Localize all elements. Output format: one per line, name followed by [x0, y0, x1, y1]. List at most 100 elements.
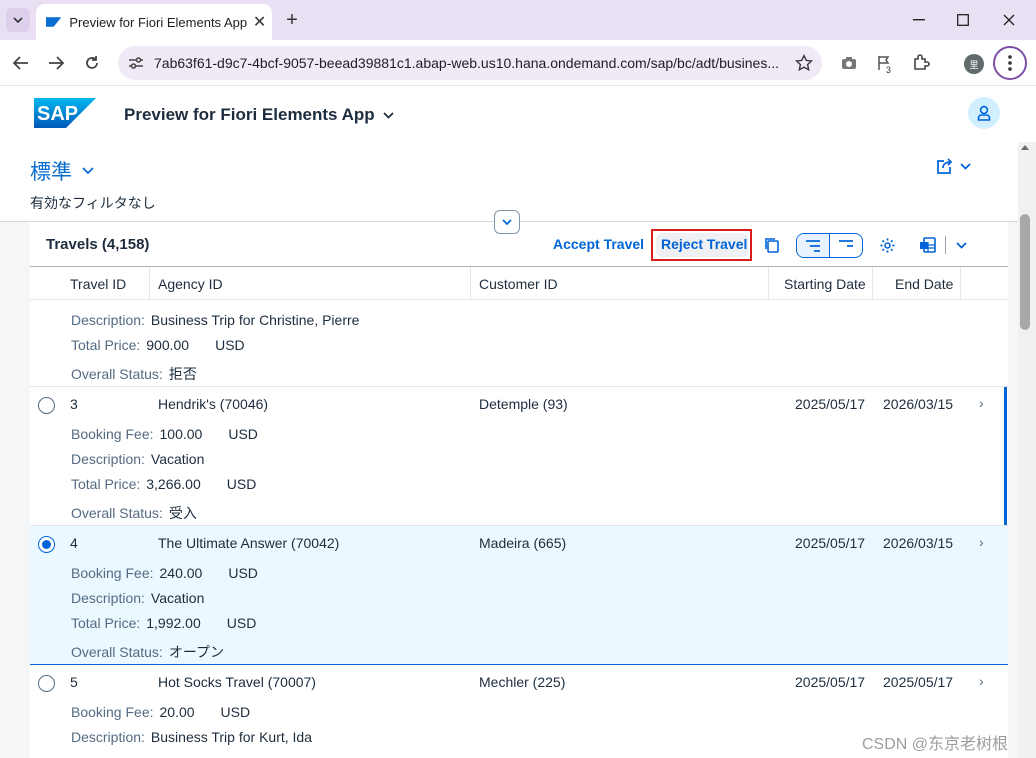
- svg-text:SAP: SAP: [37, 103, 78, 125]
- column-agency-id[interactable]: Agency ID: [158, 267, 223, 300]
- maximize-button[interactable]: [940, 0, 986, 40]
- column-starting-date[interactable]: Starting Date: [784, 267, 866, 300]
- flat-view-toggle[interactable]: [830, 234, 862, 257]
- row-select-radio[interactable]: [38, 397, 55, 414]
- cell-start-date: 2025/05/17: [795, 396, 866, 412]
- screenshot-button[interactable]: [834, 48, 864, 78]
- browser-tab[interactable]: Preview for Fiori Elements App ✕: [36, 4, 272, 40]
- forward-arrow-icon: [49, 56, 64, 70]
- extensions-button[interactable]: [906, 48, 936, 78]
- cell-agency: Hot Socks Travel (70007): [158, 674, 316, 690]
- camera-icon: [842, 57, 856, 69]
- cell-customer: Detemple (93): [479, 396, 568, 412]
- row-overall-status: Overall Status: 拒否: [71, 366, 197, 382]
- bookmark-star-icon[interactable]: [786, 54, 822, 72]
- minimize-button[interactable]: [896, 0, 942, 40]
- app-title-menu[interactable]: Preview for Fiori Elements App: [124, 105, 394, 125]
- cell-customer: Mechler (225): [479, 674, 566, 690]
- extension-badge: 3: [886, 65, 892, 75]
- spreadsheet-export-icon: [919, 237, 936, 253]
- row-description: Description: Business Trip for Kurt, Ida: [71, 729, 312, 745]
- back-arrow-icon: [13, 56, 28, 70]
- browser-menu-button[interactable]: [993, 46, 1027, 80]
- column-customer-id[interactable]: Customer ID: [479, 267, 558, 300]
- copy-icon: [764, 238, 779, 253]
- row-navigate-icon[interactable]: ›: [979, 673, 984, 689]
- cell-travel-id: 4: [70, 535, 78, 551]
- watermark-text: CSDN @东京老树根: [862, 736, 1009, 753]
- browser-toolbar: 7ab63f61-d9c7-4bcf-9057-beead39881c1.aba…: [0, 40, 1036, 86]
- profile-avatar[interactable]: 里: [964, 54, 984, 74]
- row-description: Description: Vacation: [71, 590, 205, 606]
- reload-button[interactable]: [77, 48, 107, 78]
- chevron-down-icon: [383, 111, 394, 119]
- cell-start-date: 2025/05/17: [795, 535, 866, 551]
- new-tab-button[interactable]: +: [280, 8, 304, 32]
- reload-icon: [86, 56, 98, 69]
- row-total-price: Total Price: 900.00 USD: [71, 337, 245, 353]
- scroll-thumb[interactable]: [1020, 214, 1030, 330]
- person-icon: [977, 105, 991, 121]
- column-travel-id[interactable]: Travel ID: [70, 267, 126, 300]
- view-toggle: [796, 233, 863, 258]
- column-divider: [872, 267, 873, 300]
- row-booking-fee: Booking Fee: 240.00 USD: [71, 565, 258, 581]
- collapse-header-button[interactable]: [494, 210, 520, 234]
- hierarchy-lines-icon: [806, 239, 820, 252]
- collapse-lines-icon: [839, 239, 853, 247]
- site-info-icon[interactable]: [118, 56, 154, 70]
- table-settings-button[interactable]: [872, 232, 902, 258]
- variant-selector[interactable]: 標準: [30, 156, 94, 186]
- travels-table-panel: Travels (4,158) Accept Travel Reject Tra…: [30, 222, 1008, 758]
- address-bar[interactable]: 7ab63f61-d9c7-4bcf-9057-beead39881c1.aba…: [118, 46, 822, 80]
- tab-close-icon[interactable]: ✕: [247, 9, 272, 35]
- chevron-down-icon: [955, 241, 967, 249]
- app-title: Preview for Fiori Elements App: [124, 105, 375, 124]
- table-row[interactable]: 3 Hendrik's (70046) Detemple (93) 2025/0…: [30, 387, 1008, 526]
- gear-icon: [879, 237, 895, 253]
- row-navigate-icon[interactable]: ›: [979, 534, 984, 550]
- cell-travel-id: 5: [70, 674, 78, 690]
- scroll-up-arrow-icon[interactable]: [1021, 145, 1029, 150]
- maximize-icon: [957, 14, 969, 26]
- page-scrollbar[interactable]: [1018, 142, 1036, 758]
- variant-name: 標準: [30, 161, 72, 184]
- copy-button[interactable]: [756, 232, 786, 258]
- tree-view-toggle[interactable]: [797, 234, 830, 257]
- flag-extension-button[interactable]: [869, 48, 899, 78]
- row-select-radio[interactable]: [38, 536, 55, 553]
- cell-agency: The Ultimate Answer (70042): [158, 535, 340, 551]
- chevron-down-icon: [960, 162, 971, 170]
- row-focus-marker: [1004, 387, 1007, 525]
- forward-button[interactable]: [41, 48, 71, 78]
- share-button[interactable]: [936, 158, 971, 174]
- window-close-button[interactable]: [986, 0, 1032, 40]
- export-menu-button[interactable]: [946, 232, 976, 258]
- tab-search-button[interactable]: [6, 8, 30, 32]
- back-button[interactable]: [6, 48, 36, 78]
- sap-shellbar: SAP Preview for Fiori Elements App: [0, 87, 1036, 142]
- sap-logo[interactable]: SAP: [34, 98, 96, 128]
- row-overall-status: Overall Status: 受入: [71, 505, 197, 521]
- tab-title: Preview for Fiori Elements App: [69, 14, 248, 30]
- accept-travel-button[interactable]: Accept Travel: [553, 236, 644, 252]
- cell-agency: Hendrik's (70046): [158, 396, 269, 412]
- cell-travel-id: 3: [70, 396, 78, 412]
- export-button[interactable]: [912, 232, 942, 258]
- row-description: Description: Business Trip for Christine,…: [71, 312, 360, 328]
- table-column-header: Travel ID Agency ID Customer ID Starting…: [30, 266, 1008, 300]
- chevron-down-icon: [82, 167, 94, 175]
- cell-end-date: 2025/05/17: [883, 674, 954, 690]
- table-row[interactable]: 4 The Ultimate Answer (70042) Madeira (6…: [30, 526, 1008, 665]
- kebab-menu-icon: [1008, 55, 1012, 71]
- column-divider: [149, 267, 150, 300]
- sap-favicon-icon: [46, 17, 62, 27]
- table-row[interactable]: Description: Business Trip for Christine,…: [30, 300, 1008, 387]
- row-select-radio[interactable]: [38, 675, 55, 692]
- user-avatar[interactable]: [968, 97, 1000, 129]
- row-navigate-icon[interactable]: ›: [979, 395, 984, 411]
- table-title: Travels (4,158): [46, 236, 150, 253]
- column-end-date[interactable]: End Date: [895, 267, 953, 300]
- row-booking-fee: Booking Fee: 100.00 USD: [71, 426, 258, 442]
- table-body: Description: Business Trip for Christine,…: [30, 300, 1008, 758]
